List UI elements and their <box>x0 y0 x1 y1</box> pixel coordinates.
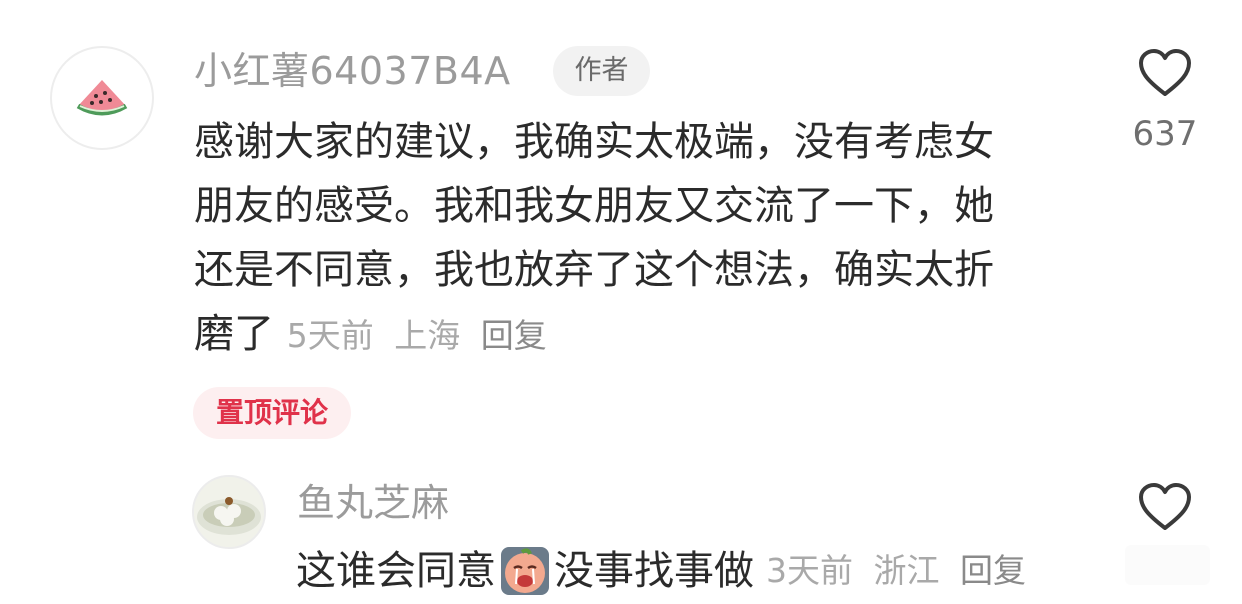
comment-text-line: 朋友的感受。我和我女朋友又交流了一下，她 <box>194 183 994 229</box>
comment-username[interactable]: 小红薯64037B4A <box>194 48 511 94</box>
reply-username[interactable]: 鱼丸芝麻 <box>297 480 449 526</box>
pinned-comment-badge: 置顶评论 <box>193 387 351 439</box>
author-badge: 作者 <box>553 46 650 96</box>
like-button[interactable] <box>1138 48 1192 98</box>
reply-text: 这谁会同意 没事找事做 3天前 浙江 回复 <box>296 540 1036 602</box>
reply-avatar[interactable] <box>192 475 266 549</box>
comment-text-line: 还是不同意，我也放弃了这个想法，确实太折 <box>194 247 994 293</box>
comment-text: 感谢大家的建议，我确实太极端，没有考虑女 朋友的感受。我和我女朋友又交流了一下，… <box>194 110 1074 368</box>
reply-meta: 3天前 浙江 回复 <box>766 540 1036 602</box>
comment-meta: 5天前 上海 回复 <box>287 316 557 355</box>
watermelon-icon <box>76 80 128 116</box>
comment-time: 5天前 <box>286 316 374 355</box>
reply-location: 浙江 <box>873 551 940 590</box>
dumpling-soup-icon <box>194 477 264 547</box>
heart-outline-icon <box>1139 483 1191 530</box>
reply-time: 3天前 <box>766 551 853 590</box>
reply-like-count-placeholder <box>1125 545 1210 585</box>
reply-button[interactable]: 回复 <box>481 316 547 355</box>
heart-outline-icon <box>1139 49 1191 96</box>
crying-face-emoji-icon <box>501 547 549 595</box>
like-count: 637 <box>1132 114 1198 154</box>
comment-location: 上海 <box>394 316 461 355</box>
comment-text-line: 磨了 <box>194 311 274 357</box>
reply-text-before: 这谁会同意 <box>296 548 496 594</box>
reply-text-after: 没事找事做 <box>554 548 754 594</box>
reply-reply-button[interactable]: 回复 <box>960 551 1026 590</box>
comment-text-line: 感谢大家的建议，我确实太极端，没有考虑女 <box>194 119 994 165</box>
avatar[interactable] <box>50 46 154 150</box>
reply-like-button[interactable] <box>1138 482 1192 532</box>
